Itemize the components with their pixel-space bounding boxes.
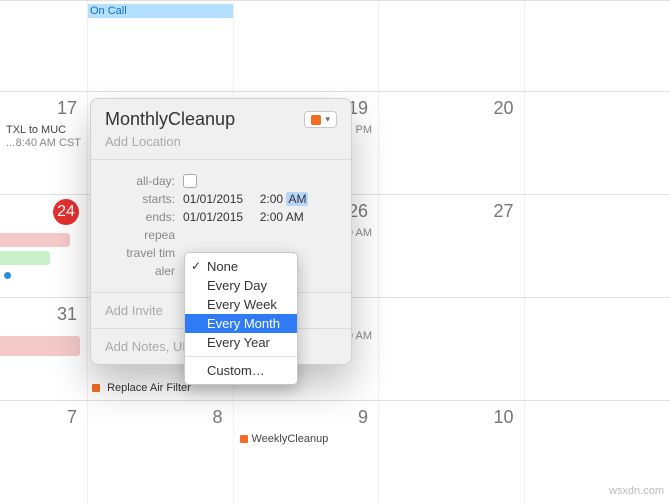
day-number[interactable]: 27 [383, 199, 520, 226]
repeat-option-none[interactable]: None [185, 257, 297, 276]
travel-time-label: travel tim [105, 246, 183, 260]
chevron-down-icon: ▾ [325, 114, 330, 125]
repeat-option-every-day[interactable]: Every Day [185, 276, 297, 295]
day-number[interactable]: 31 [4, 302, 83, 329]
day-number[interactable]: 8 [92, 405, 229, 432]
day-number[interactable]: 10 [383, 405, 520, 432]
ends-label: ends: [105, 210, 183, 224]
event-title: TXL to MUC [6, 124, 66, 136]
all-day-checkbox[interactable] [183, 174, 197, 188]
day-number-today[interactable]: 24 [53, 199, 79, 225]
ends-time-input[interactable]: 2:00 AM [260, 210, 304, 224]
repeat-option-every-week[interactable]: Every Week [185, 295, 297, 314]
starts-date-input[interactable]: 01/01/2015 [183, 192, 243, 206]
repeat-dropdown-menu: None Every Day Every Week Every Month Ev… [184, 252, 298, 385]
alert-label: aler [105, 264, 183, 278]
day-number[interactable]: 20 [383, 96, 520, 123]
starts-time-input[interactable]: 2:00 [260, 192, 283, 206]
event-time: 8:40 AM CST [16, 137, 81, 149]
calendar-color-swatch [311, 115, 321, 125]
event-title-input[interactable]: MonthlyCleanup [105, 109, 235, 130]
event-dot-icon [240, 435, 248, 443]
repeat-label: repea [105, 228, 183, 242]
watermark: wsxdn.com [609, 485, 664, 497]
day-number[interactable]: 7 [4, 405, 83, 432]
location-input[interactable]: Add Location [105, 134, 337, 149]
all-day-label: all-day: [105, 174, 183, 188]
starts-label: starts: [105, 192, 183, 206]
day-number[interactable]: 9 [238, 405, 375, 432]
event-weekly-cleanup[interactable]: WeeklyCleanup [238, 433, 375, 445]
event-dot-icon [4, 272, 11, 279]
event-title: WeeklyCleanup [252, 433, 329, 445]
calendar-picker[interactable]: ▾ [304, 111, 337, 128]
day-number[interactable]: 17 [4, 96, 83, 123]
event-on-call[interactable]: On Call [88, 4, 234, 18]
repeat-option-custom[interactable]: Custom… [185, 361, 297, 380]
dropdown-separator [185, 356, 297, 357]
ellipsis-icon: ... [6, 137, 15, 149]
ends-date-input[interactable]: 01/01/2015 [183, 210, 243, 224]
event-replace-air-filter[interactable]: Replace Air Filter [107, 382, 191, 394]
starts-ampm-input[interactable]: AM [286, 192, 308, 206]
repeat-option-every-year[interactable]: Every Year [185, 333, 297, 352]
event-txl-to-muc[interactable]: TXL to MUC [4, 124, 83, 136]
event-dot-icon [92, 384, 100, 392]
repeat-option-every-month[interactable]: Every Month [185, 314, 297, 333]
